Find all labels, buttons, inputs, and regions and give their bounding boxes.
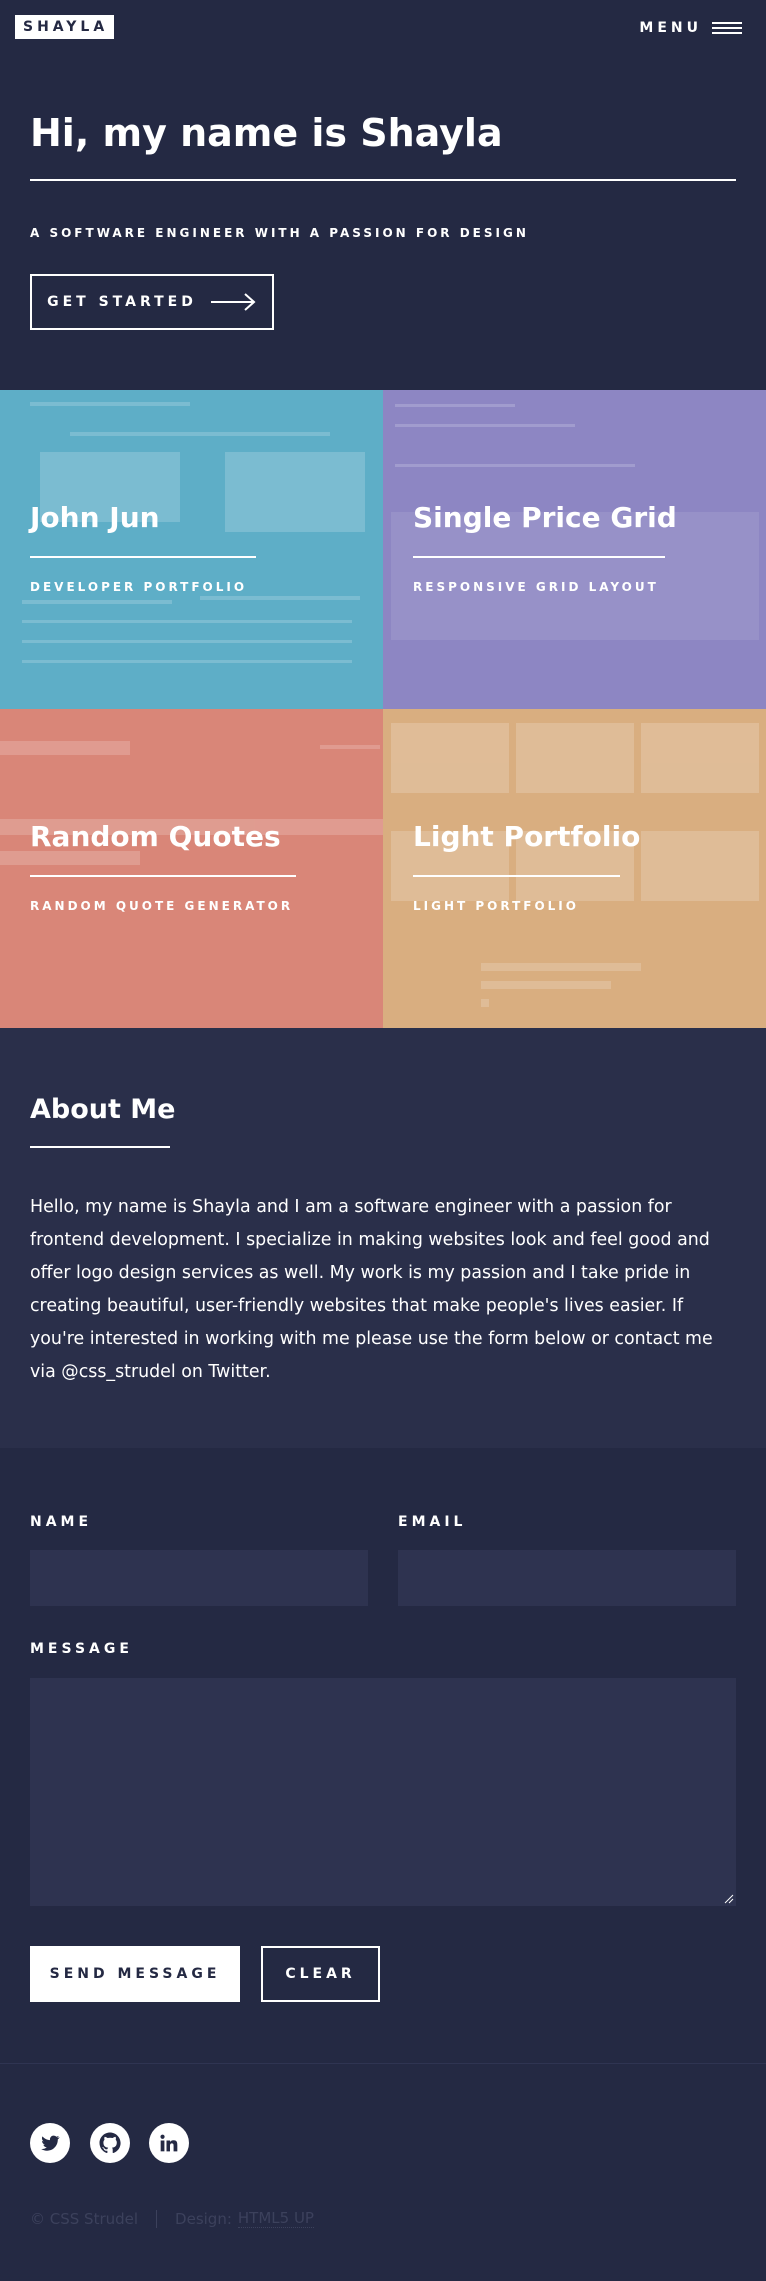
hero-divider (30, 179, 736, 181)
project-divider (30, 556, 256, 558)
message-field[interactable] (30, 1678, 736, 1906)
project-subtitle: LIGHT PORTFOLIO (413, 899, 579, 913)
hamburger-icon (712, 21, 742, 35)
message-label: MESSAGE (30, 1641, 133, 1657)
projects-grid: John Jun DEVELOPER PORTFOLIO Single Pric… (0, 390, 766, 1028)
project-tile-random-quotes[interactable]: Random Quotes RANDOM QUOTE GENERATOR (0, 709, 383, 1028)
project-title: John Jun (30, 501, 160, 534)
hero-subtitle: A SOFTWARE ENGINEER WITH A PASSION FOR D… (30, 226, 529, 240)
project-preview-image (0, 390, 383, 709)
about-text: Hello, my name is Shayla and I am a soft… (30, 1197, 713, 1382)
linkedin-icon[interactable] (149, 2123, 189, 2163)
arrow-right-icon (210, 293, 256, 311)
twitter-icon[interactable] (30, 2123, 70, 2163)
project-divider (30, 875, 296, 877)
clear-button[interactable]: CLEAR (261, 1946, 380, 2002)
project-preview-image (383, 390, 766, 709)
site-logo[interactable]: SHAYLA (15, 15, 115, 39)
project-subtitle: DEVELOPER PORTFOLIO (30, 580, 248, 594)
hero-title: Hi, my name is Shayla (30, 111, 503, 155)
design-label: Design: (175, 2209, 232, 2228)
top-bar: SHAYLA MENU (0, 0, 766, 56)
footer-separator (156, 2209, 158, 2228)
menu-button[interactable]: MENU (639, 18, 742, 38)
linkedin-glyph (160, 2134, 178, 2152)
name-field[interactable] (30, 1550, 368, 1606)
about-section: About Me Hello, my name is Shayla and I … (0, 1028, 766, 1448)
contact-form: NAME EMAIL MESSAGE SEND MESSAGE CLEAR (0, 1448, 766, 2063)
footer-credits: © CSS Strudel Design: HTML5 UP (30, 2209, 314, 2228)
project-divider (413, 875, 620, 877)
email-label: EMAIL (398, 1514, 467, 1530)
project-tile-light-portfolio[interactable]: Light Portfolio LIGHT PORTFOLIO (383, 709, 766, 1028)
email-field[interactable] (398, 1550, 736, 1606)
project-tile-single-price-grid[interactable]: Single Price Grid RESPONSIVE GRID LAYOUT (383, 390, 766, 709)
project-title: Single Price Grid (413, 501, 677, 534)
project-subtitle: RESPONSIVE GRID LAYOUT (413, 580, 659, 594)
about-divider (30, 1146, 170, 1148)
menu-label: MENU (639, 20, 702, 36)
github-glyph (99, 2132, 121, 2154)
site-footer: © CSS Strudel Design: HTML5 UP (0, 2063, 766, 2281)
copyright-text: © CSS Strudel (30, 2209, 139, 2228)
project-divider (413, 556, 665, 558)
twitter-glyph (41, 2135, 60, 2151)
github-icon[interactable] (90, 2123, 130, 2163)
get-started-label: GET STARTED (47, 294, 197, 310)
project-preview-image (383, 709, 766, 1028)
about-title: About Me (30, 1094, 176, 1125)
html5up-link[interactable]: HTML5 UP (237, 2209, 314, 2228)
resize-grip-icon[interactable] (724, 1894, 734, 1904)
project-preview-image (0, 709, 383, 1028)
get-started-button[interactable]: GET STARTED (30, 274, 274, 330)
hero-section: Hi, my name is Shayla A SOFTWARE ENGINEE… (0, 56, 766, 390)
send-message-button[interactable]: SEND MESSAGE (30, 1946, 240, 2002)
project-tile-john-jun[interactable]: John Jun DEVELOPER PORTFOLIO (0, 390, 383, 709)
project-title: Random Quotes (30, 820, 281, 853)
project-subtitle: RANDOM QUOTE GENERATOR (30, 899, 294, 913)
project-title: Light Portfolio (413, 820, 641, 853)
name-label: NAME (30, 1514, 93, 1530)
